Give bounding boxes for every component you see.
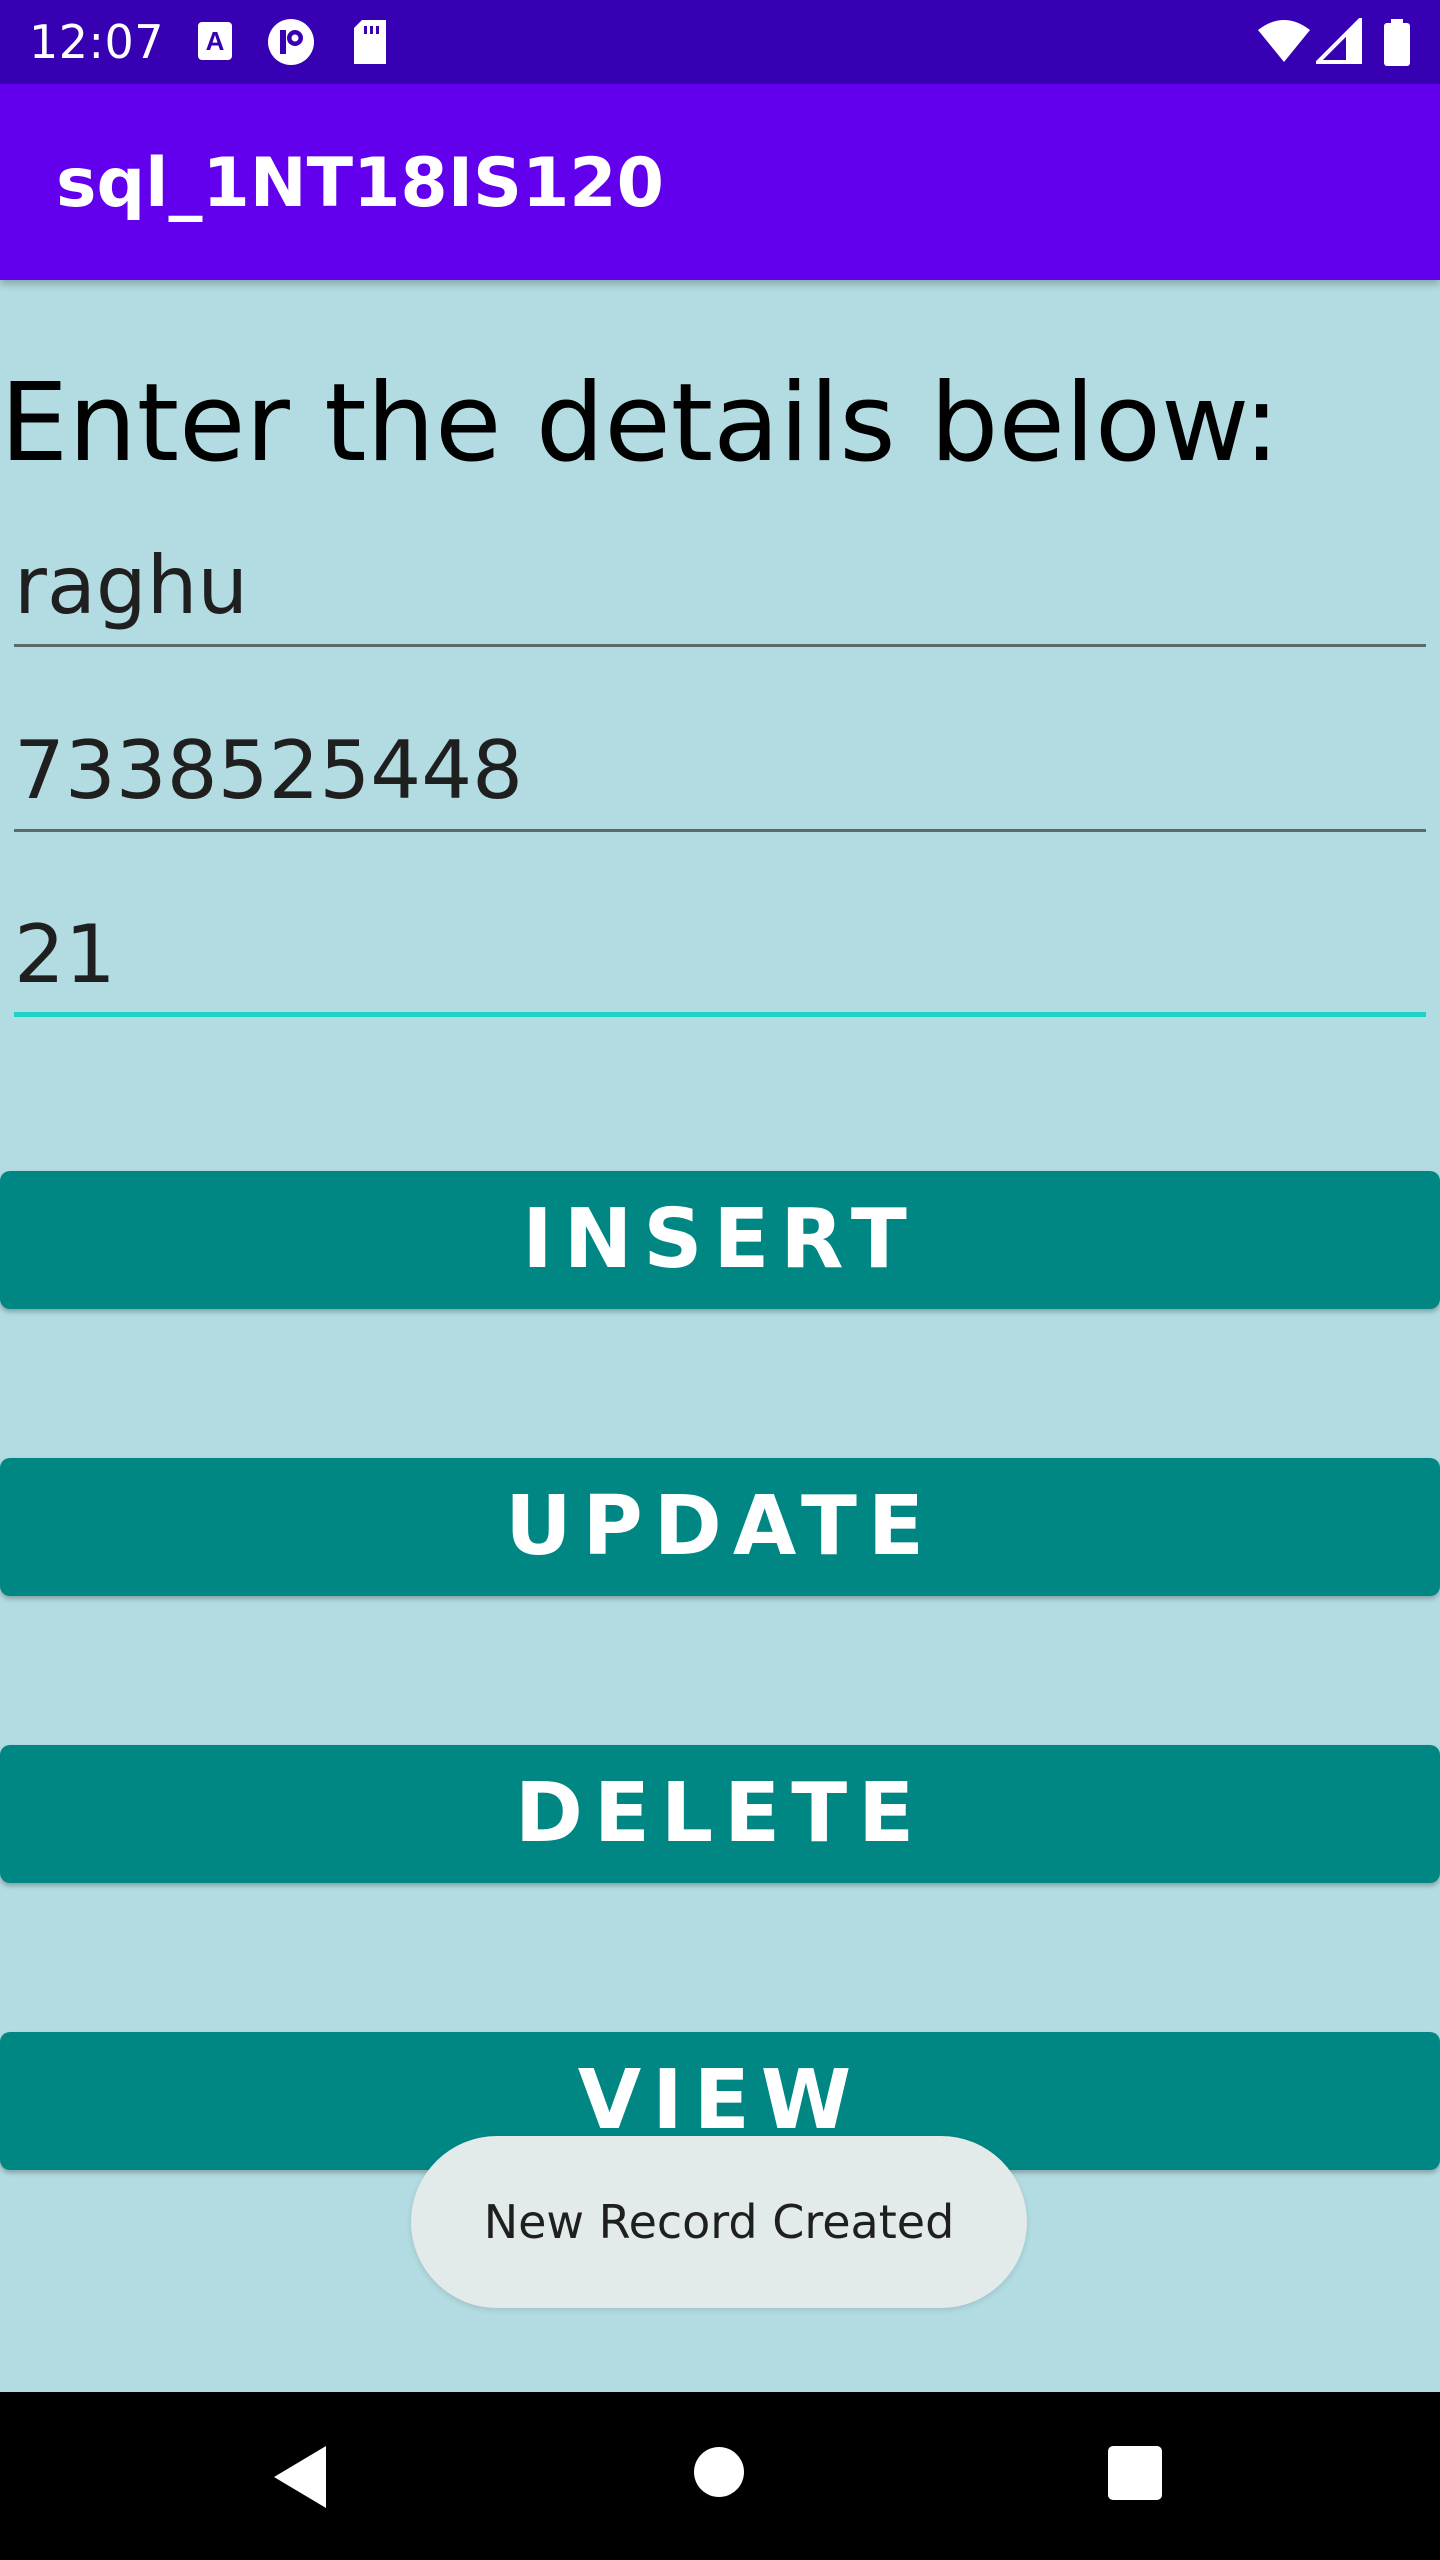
- battery-icon: [1384, 19, 1410, 66]
- name-field[interactable]: [14, 527, 1426, 647]
- home-icon[interactable]: [694, 2447, 744, 2497]
- delete-button[interactable]: DELETE: [0, 1745, 1440, 1883]
- recents-icon[interactable]: [1108, 2446, 1162, 2500]
- insert-button[interactable]: INSERT: [0, 1171, 1440, 1309]
- app-title: sql_1NT18IS120: [56, 144, 664, 223]
- svg-text:A: A: [206, 26, 225, 56]
- age-field[interactable]: [14, 897, 1426, 1017]
- toast-message: New Record Created: [411, 2136, 1027, 2308]
- wifi-icon: [1258, 20, 1310, 62]
- back-icon[interactable]: [274, 2446, 326, 2508]
- form-heading: Enter the details below:: [0, 361, 1280, 486]
- phone-field[interactable]: [14, 712, 1426, 832]
- circle-p-icon: [268, 19, 314, 65]
- a-badge-icon: A: [198, 22, 232, 60]
- status-time: 12:07: [29, 15, 165, 69]
- navigation-bar: [0, 2392, 1440, 2560]
- status-bar: 12:07 A: [0, 0, 1440, 84]
- screen: 12:07 A sql_1NT18IS120 Enter the details…: [0, 0, 1440, 2560]
- update-button[interactable]: UPDATE: [0, 1458, 1440, 1596]
- sd-card-icon: [354, 20, 386, 64]
- app-bar: sql_1NT18IS120: [0, 84, 1440, 280]
- signal-icon: [1316, 18, 1362, 64]
